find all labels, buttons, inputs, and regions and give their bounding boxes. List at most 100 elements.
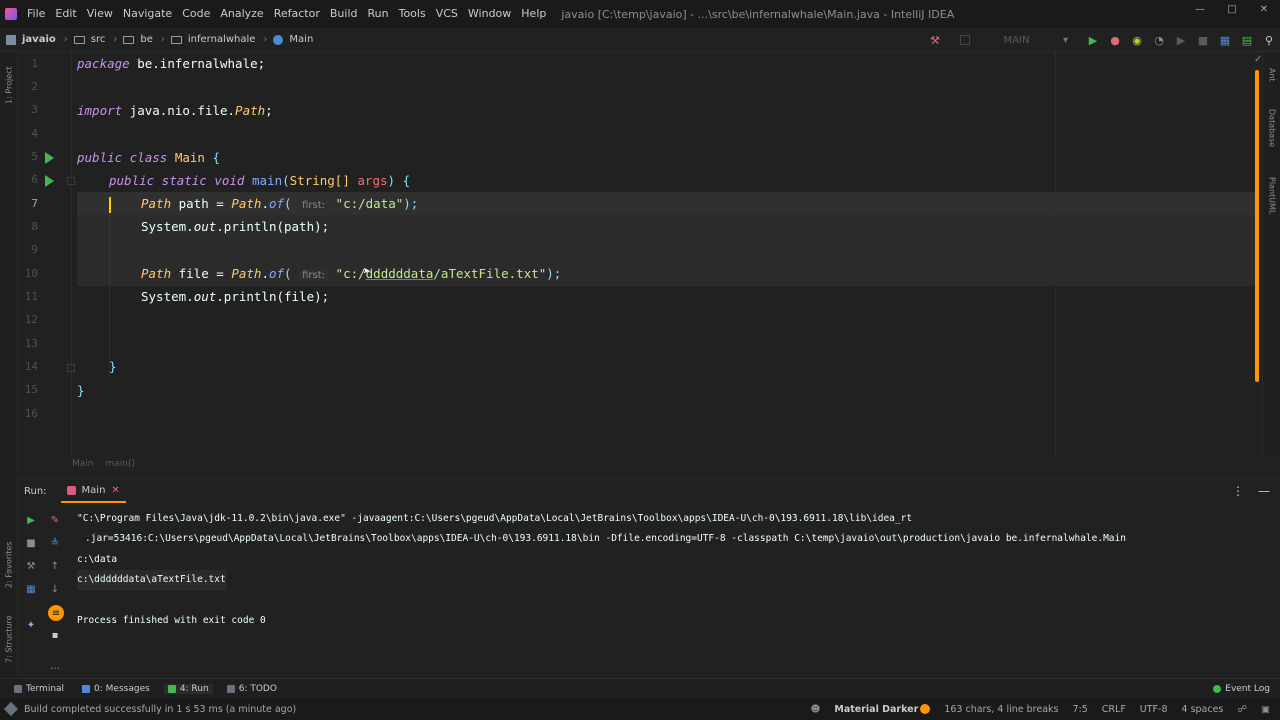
code-editor[interactable]: 1 2 3 4 5 6 7 8 9 10 11 12 13 14 15 16 p… bbox=[18, 52, 1262, 456]
menu-file[interactable]: File bbox=[22, 0, 50, 28]
theme-indicator[interactable]: Material Darker bbox=[834, 704, 931, 715]
terminal-tab[interactable]: Terminal bbox=[10, 684, 68, 694]
messages-tab[interactable]: 0: Messages bbox=[78, 684, 154, 694]
breadcrumb-project[interactable]: javaio › bbox=[0, 34, 68, 45]
build-hammer-icon[interactable]: ⚒ bbox=[924, 30, 946, 50]
run-dropdown-icon[interactable]: ▶ bbox=[1170, 30, 1192, 50]
token: ( bbox=[282, 173, 290, 188]
inspection-ok-icon[interactable]: ✓ bbox=[1254, 54, 1262, 65]
code-line-1: package be.infernalwhale; bbox=[77, 52, 265, 75]
fold-icon[interactable] bbox=[67, 177, 75, 185]
more-icon[interactable]: … bbox=[48, 659, 62, 673]
token: out bbox=[193, 219, 217, 234]
memory-indicator-icon[interactable]: ▣ bbox=[1261, 704, 1270, 715]
run-toolbar: ▶ ✎ ■ ≜ ⚒ ↑ ▦ ↓ ≡ ✦ ▪ … bbox=[18, 509, 74, 672]
plantuml-tool-tab[interactable]: PlantUML bbox=[1263, 168, 1280, 224]
event-log-label: Event Log bbox=[1225, 683, 1270, 694]
build-status[interactable]: Build completed successfully in 1 s 53 m… bbox=[3, 701, 296, 717]
menu-refactor[interactable]: Refactor bbox=[269, 0, 325, 28]
console-line: c:\data bbox=[77, 554, 118, 565]
right-tool-strip: Ant Database PlantUML bbox=[1262, 52, 1280, 456]
favorites-tool-tab[interactable]: 2: Favorites bbox=[0, 534, 18, 596]
run-header: Run: Main ✕ ⋮ — bbox=[18, 479, 1280, 503]
breadcrumb-src[interactable]: src › bbox=[68, 34, 117, 45]
fold-icon[interactable] bbox=[67, 364, 75, 372]
project-structure-icon[interactable]: ▦ bbox=[1214, 30, 1236, 50]
lock-icon[interactable]: ☍ bbox=[1237, 704, 1247, 715]
class-icon bbox=[273, 34, 284, 45]
more-options-icon[interactable]: ⋮ bbox=[1232, 484, 1244, 498]
menu-vcs[interactable]: VCS bbox=[431, 0, 463, 28]
run-icon[interactable]: ▶ bbox=[1082, 30, 1104, 50]
coverage-icon[interactable]: ◉ bbox=[1126, 30, 1148, 50]
token: file = bbox=[171, 266, 232, 281]
sdk-icon[interactable]: ▤ bbox=[1236, 30, 1258, 50]
debug-icon[interactable]: ● bbox=[1104, 30, 1126, 50]
breadcrumb-class[interactable]: Main bbox=[72, 459, 94, 469]
structure-tool-tab[interactable]: 7: Structure bbox=[0, 608, 18, 670]
menu-tools[interactable]: Tools bbox=[394, 0, 431, 28]
rerun-icon[interactable]: ▶ bbox=[24, 513, 38, 527]
token: public class bbox=[77, 150, 168, 165]
run-tab-main[interactable]: Main ✕ bbox=[60, 479, 126, 503]
run-main-gutter-icon[interactable] bbox=[45, 175, 54, 187]
code-line-8: System.out.println(path); bbox=[141, 215, 329, 238]
menu-code[interactable]: Code bbox=[177, 0, 215, 28]
pin-icon[interactable]: ✦ bbox=[24, 618, 38, 632]
indent-setting[interactable]: 4 spaces bbox=[1182, 704, 1224, 715]
breadcrumb-infernalwhale[interactable]: infernalwhale › bbox=[165, 34, 267, 45]
run-class-gutter-icon[interactable] bbox=[45, 152, 54, 164]
event-log-tab[interactable]: Event Log bbox=[1213, 684, 1270, 694]
menu-window[interactable]: Window bbox=[463, 0, 516, 28]
menu-help[interactable]: Help bbox=[516, 0, 551, 28]
menu-analyze[interactable]: Analyze bbox=[215, 0, 268, 28]
soft-wrap-icon[interactable]: ≜ bbox=[48, 536, 62, 550]
search-icon[interactable]: ⚲ bbox=[1258, 30, 1280, 50]
restore-layout-icon[interactable]: ⚒ bbox=[24, 559, 38, 573]
parameter-hint: first: bbox=[299, 200, 329, 211]
todo-tab[interactable]: 6: TODO bbox=[223, 684, 281, 694]
token: public static void bbox=[109, 173, 245, 188]
menu-view[interactable]: View bbox=[82, 0, 118, 28]
run-tab[interactable]: 4: Run bbox=[163, 683, 213, 694]
arrow-up-icon[interactable]: ↑ bbox=[48, 559, 62, 573]
menu-edit[interactable]: Edit bbox=[50, 0, 81, 28]
vertical-scrollbar[interactable] bbox=[1255, 70, 1259, 382]
hide-panel-icon[interactable]: — bbox=[1258, 484, 1270, 498]
close-tab-icon[interactable]: ✕ bbox=[111, 485, 119, 496]
caret-position[interactable]: 7:5 bbox=[1073, 704, 1088, 715]
theme-orb-icon bbox=[920, 704, 931, 714]
run-label: Run: bbox=[24, 485, 47, 497]
line-separator[interactable]: CRLF bbox=[1102, 704, 1126, 715]
people-icon[interactable]: ☻ bbox=[810, 704, 820, 715]
clear-icon[interactable]: ▪ bbox=[48, 628, 62, 642]
token: String[] bbox=[289, 173, 350, 188]
menu-navigate[interactable]: Navigate bbox=[118, 0, 177, 28]
ant-tool-tab[interactable]: Ant bbox=[1263, 60, 1280, 90]
folder-icon bbox=[73, 35, 85, 44]
arrow-down-icon[interactable]: ↓ bbox=[48, 582, 62, 596]
close-icon[interactable]: ✕ bbox=[1248, 0, 1280, 18]
breadcrumb-main[interactable]: Main bbox=[267, 34, 313, 45]
stop-icon[interactable]: ■ bbox=[24, 536, 38, 550]
minimize-icon[interactable]: — bbox=[1184, 0, 1216, 18]
breadcrumb-be[interactable]: be › bbox=[117, 34, 165, 45]
maximize-icon[interactable]: □ bbox=[1216, 0, 1248, 18]
chevron-down-icon: ▾ bbox=[1062, 34, 1068, 46]
menu-build[interactable]: Build bbox=[325, 0, 363, 28]
layout-icon[interactable]: ▦ bbox=[24, 582, 38, 596]
menu-run[interactable]: Run bbox=[363, 0, 394, 28]
profile-icon[interactable]: ◔ bbox=[1148, 30, 1170, 50]
file-encoding[interactable]: UTF-8 bbox=[1140, 704, 1168, 715]
run-config-dropdown[interactable]: MAIN ▾ bbox=[954, 31, 1074, 49]
token: ddddddata bbox=[365, 266, 434, 281]
modify-config-icon[interactable]: ✎ bbox=[48, 513, 62, 527]
database-tool-tab[interactable]: Database bbox=[1263, 102, 1280, 154]
print-icon[interactable]: ≡ bbox=[48, 605, 64, 621]
code-text[interactable]: package be.infernalwhale; import java.ni… bbox=[77, 52, 1259, 456]
project-tool-tab[interactable]: 1: Project bbox=[0, 60, 18, 110]
token: . bbox=[261, 266, 269, 281]
token: Path bbox=[141, 266, 172, 281]
stop-icon[interactable]: ■ bbox=[1192, 30, 1214, 50]
breadcrumb-method[interactable]: main() bbox=[106, 459, 136, 469]
